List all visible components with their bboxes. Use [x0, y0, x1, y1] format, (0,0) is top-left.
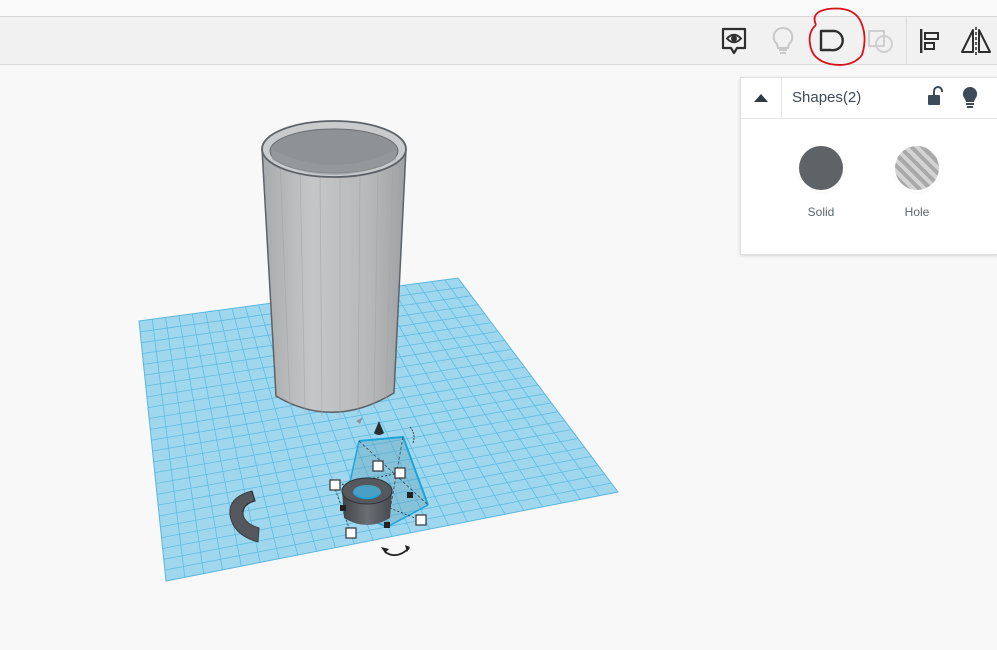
unlock-icon [928, 86, 943, 105]
toolbar [0, 17, 997, 65]
show-all-button[interactable] [760, 17, 806, 64]
mirror-icon [961, 26, 991, 55]
ungroup-icon [868, 29, 893, 53]
eye-bubble-icon [721, 27, 747, 54]
solid-swatch-icon[interactable] [799, 146, 843, 190]
tube-shape[interactable] [261, 120, 407, 417]
ring-shape[interactable] [341, 477, 393, 525]
top-strip [0, 0, 997, 17]
caret-up-icon [754, 94, 768, 102]
group-button[interactable] [809, 17, 855, 64]
lightbulb-icon [772, 26, 794, 54]
rotate-arrow-icon[interactable] [381, 545, 410, 557]
hole-swatch-icon[interactable] [895, 146, 939, 190]
ungroup-button[interactable] [857, 17, 903, 64]
inspector-title: Shapes(2) [792, 89, 862, 106]
mirror-button[interactable] [953, 17, 997, 64]
shape-inspector-panel: Shapes(2) Solid Hole [740, 77, 997, 255]
hole-label: Hole [904, 205, 930, 219]
group-icon [819, 29, 844, 51]
lightbulb-icon [962, 86, 978, 108]
solid-option[interactable]: Solid [791, 146, 851, 219]
align-button[interactable] [907, 17, 953, 64]
solid-label: Solid [807, 205, 835, 219]
inspector-header: Shapes(2) [741, 78, 997, 119]
show-hide-button[interactable] [959, 85, 981, 109]
align-icon [920, 28, 939, 53]
collapse-button[interactable] [741, 78, 782, 118]
hole-option[interactable]: Hole [887, 146, 947, 219]
notes-button[interactable] [711, 17, 757, 64]
lock-button[interactable] [925, 86, 947, 108]
